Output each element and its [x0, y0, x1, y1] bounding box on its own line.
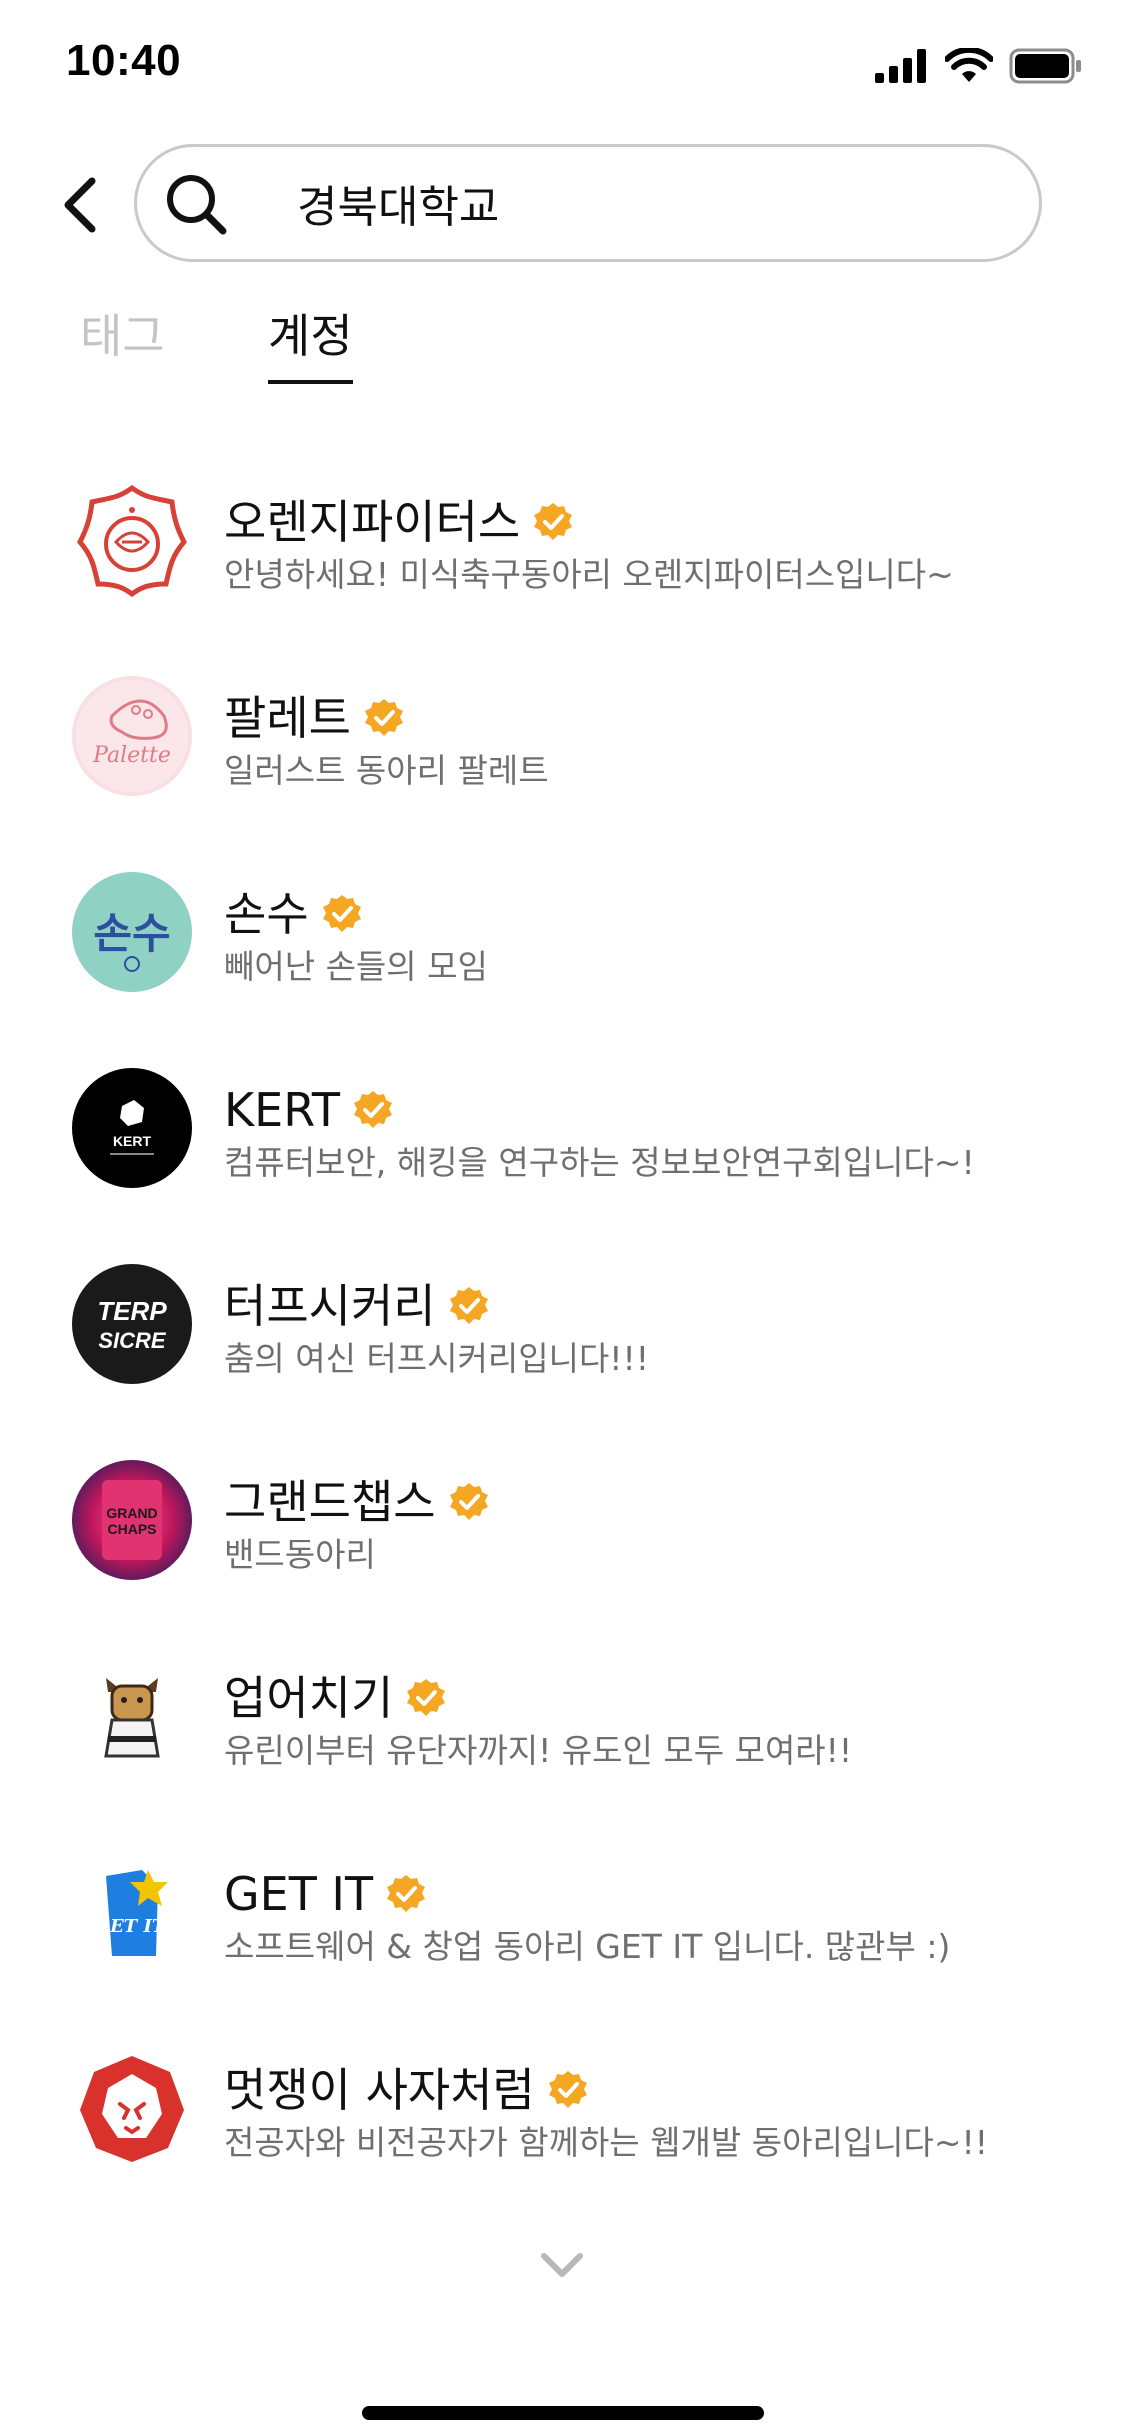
account-name: 그랜드챕스	[224, 1475, 436, 1529]
account-name: 멋쟁이 사자처럼	[224, 2063, 535, 2117]
getit-logo-text: GET IT	[95, 1916, 167, 1937]
account-row-grand-chaps[interactable]: GRAND CHAPS 그랜드챕스 밴드동아리	[0, 1430, 1125, 1610]
account-row-kert[interactable]: KERT KERT 컴퓨터보안, 해킹을 연구하는 정보보안연구회입니다~!	[0, 1038, 1125, 1218]
chaps-logo-text: CHAPS	[107, 1521, 156, 1537]
terp-logo-text-bottom: SICRE	[98, 1328, 167, 1353]
verified-badge-icon	[353, 1091, 392, 1128]
palette-logo-text: Palette	[92, 743, 171, 768]
sonsu-logo-text: 손수	[93, 909, 170, 958]
avatar	[72, 1656, 192, 1776]
account-name: 업어치기	[224, 1671, 394, 1725]
verified-badge-icon	[364, 699, 403, 736]
account-description: 밴드동아리	[224, 1535, 376, 1574]
account-row-likelion[interactable]: 멋쟁이 사자처럼 전공자와 비전공자가 함께하는 웹개발 동아리입니다~!!	[0, 2018, 1125, 2198]
account-description: 유린이부터 유단자까지! 유도인 모두 모여라!!	[224, 1731, 853, 1770]
status-time: 10:40	[66, 36, 182, 85]
account-description: 컴퓨터보안, 해킹을 연구하는 정보보안연구회입니다~!	[224, 1143, 975, 1182]
status-icons	[875, 46, 1083, 88]
account-row-terpsichore[interactable]: TERP SICRE 터프시커리 춤의 여신 터프시커리입니다!!!	[0, 1234, 1125, 1414]
verified-badge-icon	[534, 503, 573, 540]
battery-icon	[1009, 48, 1083, 88]
avatar: GRAND CHAPS	[72, 1460, 192, 1580]
account-description: 춤의 여신 터프시커리입니다!!!	[224, 1339, 649, 1378]
avatar: 손수	[72, 872, 192, 992]
account-name: 손수	[224, 887, 309, 941]
account-description: 일러스트 동아리 팔레트	[224, 751, 549, 790]
tab-accounts[interactable]: 계정	[268, 306, 353, 384]
account-name: 팔레트	[224, 691, 351, 745]
account-row-sonsu[interactable]: 손수 손수 빼어난 손들의 모임	[0, 842, 1125, 1022]
back-button[interactable]	[52, 172, 108, 238]
home-indicator[interactable]	[362, 2406, 764, 2420]
kert-logo-text: KERT	[113, 1133, 152, 1149]
account-description: 안녕하세요! 미식축구동아리 오렌지파이터스입니다~	[224, 555, 954, 594]
verified-badge-icon	[548, 2071, 587, 2108]
account-name: 오렌지파이터스	[224, 495, 521, 549]
account-row-judo[interactable]: 업어치기 유린이부터 유단자까지! 유도인 모두 모여라!!	[0, 1626, 1125, 1806]
account-name: GET IT	[224, 1867, 374, 1921]
account-name: KERT	[224, 1083, 340, 1137]
account-row-get-it[interactable]: GET IT GET IT 소프트웨어 & 창업 동아리 GET IT 입니다.…	[0, 1822, 1125, 2002]
verified-badge-icon	[407, 1679, 446, 1716]
account-description: 빼어난 손들의 모임	[224, 947, 488, 986]
tab-tags[interactable]: 태그	[80, 306, 165, 366]
avatar	[72, 480, 192, 600]
verified-badge-icon	[387, 1875, 426, 1912]
grand-logo-text: GRAND	[106, 1505, 157, 1521]
search-icon	[167, 175, 227, 235]
account-description: 전공자와 비전공자가 함께하는 웹개발 동아리입니다~!!	[224, 2123, 988, 2162]
avatar: Palette	[72, 676, 192, 796]
avatar: KERT	[72, 1068, 192, 1188]
chevron-left-icon	[64, 177, 96, 233]
account-description: 소프트웨어 & 창업 동아리 GET IT 입니다. 많관부 :)	[224, 1927, 951, 1966]
verified-badge-icon	[322, 895, 361, 932]
avatar: TERP SICRE	[72, 1264, 192, 1384]
verified-badge-icon	[449, 1483, 488, 1520]
verified-badge-icon	[449, 1287, 488, 1324]
search-input[interactable]	[297, 163, 997, 243]
avatar: GET IT	[72, 1852, 192, 1972]
wifi-icon	[944, 46, 994, 88]
terp-logo-text-top: TERP	[97, 1296, 167, 1326]
search-bar[interactable]	[134, 144, 1042, 262]
account-row-orange-fighters[interactable]: 오렌지파이터스 안녕하세요! 미식축구동아리 오렌지파이터스입니다~	[0, 450, 1125, 630]
cellular-signal-icon	[875, 49, 929, 87]
account-row-palette[interactable]: Palette 팔레트 일러스트 동아리 팔레트	[0, 646, 1125, 826]
status-bar: 10:40	[0, 0, 1125, 130]
avatar	[72, 2048, 192, 2168]
chevron-down-icon[interactable]	[536, 2246, 588, 2286]
account-name: 터프시커리	[224, 1279, 436, 1333]
